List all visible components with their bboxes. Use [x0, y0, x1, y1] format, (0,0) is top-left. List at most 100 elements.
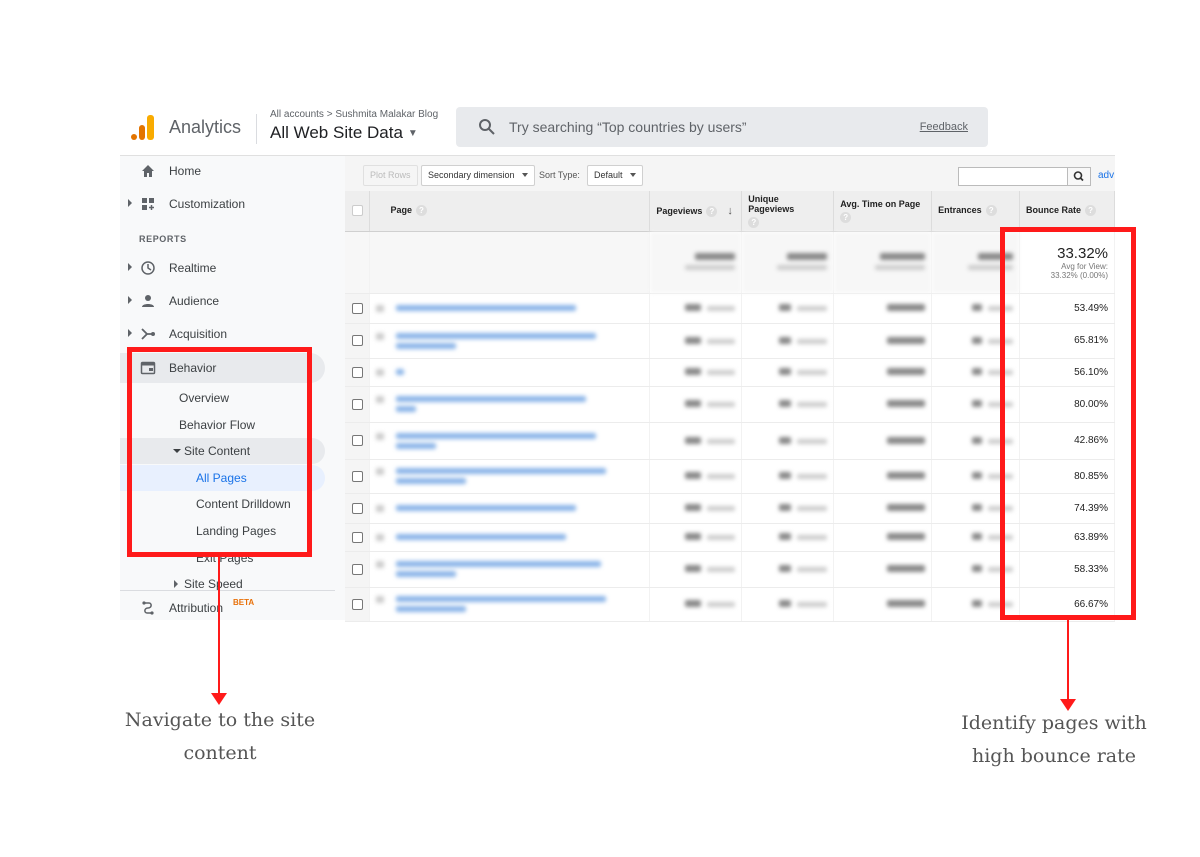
column-header-entrances[interactable]: Entrances? [931, 191, 1021, 232]
expand-arrow-icon [128, 296, 132, 304]
expand-arrow-icon [128, 199, 132, 207]
pageviews-redacted [649, 422, 743, 460]
unique-pageviews-redacted [741, 587, 835, 622]
row-checkbox[interactable] [351, 335, 363, 346]
page-url-redacted[interactable] [369, 493, 651, 524]
column-header-page[interactable]: Page? [369, 191, 651, 232]
pageviews-redacted [649, 459, 743, 494]
row-checkbox[interactable] [351, 366, 363, 378]
acquisition-merge-icon [141, 328, 155, 340]
select-all-cell [345, 191, 371, 232]
avg-time-redacted [833, 587, 933, 622]
unique-pageviews-redacted [741, 523, 835, 552]
expand-arrow-icon [128, 263, 132, 271]
unique-pageviews-redacted [741, 358, 835, 387]
pageviews-redacted [649, 323, 743, 359]
sidebar-item-attribution[interactable]: Attribution BETA [120, 593, 345, 623]
annotation-identify: Identify pages with high bounce rate [961, 712, 1147, 767]
secondary-dimension-dropdown[interactable]: Secondary dimension [421, 165, 535, 186]
help-icon[interactable]: ? [985, 205, 997, 217]
sidebar-item-realtime[interactable]: Realtime [120, 253, 345, 283]
feedback-link[interactable]: Feedback [920, 121, 968, 133]
avg-time-redacted [833, 358, 933, 387]
sidebar-item-home[interactable]: Home [120, 156, 345, 186]
unique-pageviews-redacted [741, 493, 835, 524]
sidebar-item-acquisition[interactable]: Acquisition [120, 319, 345, 349]
column-header-bounce-rate[interactable]: Bounce Rate? [1019, 191, 1115, 232]
view-name: All Web Site Data [270, 123, 403, 142]
caret-down-icon: ▼ [407, 128, 418, 139]
person-icon [142, 295, 154, 307]
search-placeholder: Try searching “Top countries by users” [509, 119, 747, 135]
view-selector[interactable]: All Web Site Data ▼ [270, 123, 418, 143]
help-icon[interactable]: ? [706, 205, 718, 217]
pageviews-redacted [649, 551, 743, 588]
row-checkbox[interactable] [351, 598, 363, 610]
attribution-path-icon [142, 601, 154, 615]
avg-time-redacted [833, 293, 933, 324]
row-checkbox[interactable] [351, 470, 363, 482]
search-icon [1073, 171, 1084, 182]
pageviews-redacted [649, 493, 743, 524]
row-checkbox[interactable] [351, 502, 363, 514]
page-url-redacted[interactable] [369, 386, 651, 423]
row-checkbox[interactable] [351, 398, 363, 410]
pageviews-redacted [649, 587, 743, 622]
highlight-box-site-content [127, 347, 312, 557]
unique-pageviews-redacted [741, 293, 835, 324]
attribution-label: Attribution [169, 601, 224, 615]
avg-time-redacted [833, 386, 933, 423]
column-header-unique-pageviews[interactable]: Unique Pageviews? [741, 191, 835, 232]
expand-arrow-icon [174, 580, 178, 588]
plot-rows-button[interactable]: Plot Rows [363, 165, 418, 186]
page-url-redacted[interactable] [369, 293, 651, 324]
page-url-redacted[interactable] [369, 587, 651, 622]
summary-pageviews-redacted [649, 231, 743, 294]
sidebar-item-audience[interactable]: Audience [120, 286, 345, 316]
avg-time-redacted [833, 523, 933, 552]
page-url-redacted[interactable] [369, 523, 651, 552]
pageviews-redacted [649, 293, 743, 324]
help-icon[interactable]: ? [416, 205, 427, 217]
help-icon[interactable]: ? [748, 216, 760, 228]
page-url-redacted[interactable] [369, 422, 651, 460]
pageviews-redacted [649, 386, 743, 423]
breadcrumb[interactable]: All accounts > Sushmita Malakar Blog [270, 109, 438, 120]
page-url-redacted[interactable] [369, 323, 651, 359]
avg-time-redacted [833, 422, 933, 460]
arrow-line-left [218, 557, 220, 695]
column-header-pageviews[interactable]: Pageviews? ↓ [649, 191, 743, 232]
table-header-row: Page? Pageviews? ↓ Unique Pageviews? Avg.… [345, 191, 1115, 232]
avg-time-redacted [833, 551, 933, 588]
search-bar[interactable]: Try searching “Top countries by users” F… [456, 107, 988, 147]
row-checkbox[interactable] [351, 531, 363, 543]
ga-header: Analytics All accounts > Sushmita Malaka… [120, 100, 1115, 158]
row-checkbox[interactable] [351, 563, 363, 575]
table-filter-search-button[interactable] [1067, 167, 1091, 186]
sort-type-dropdown[interactable]: Default [587, 165, 643, 186]
summary-unique-pageviews-redacted [741, 231, 835, 294]
expand-arrow-icon [128, 329, 132, 337]
select-all-checkbox[interactable] [351, 205, 363, 217]
page-url-redacted[interactable] [369, 551, 651, 588]
table-toolbar: Plot Rows Secondary dimension Sort Type:… [345, 155, 1115, 191]
advanced-filter-link[interactable]: adv [1098, 170, 1114, 181]
help-icon[interactable]: ? [1085, 205, 1097, 217]
page-url-redacted[interactable] [369, 358, 651, 387]
unique-pageviews-redacted [741, 422, 835, 460]
reports-section-label: REPORTS [139, 234, 187, 244]
highlight-box-bounce-rate [1000, 227, 1136, 620]
help-icon[interactable]: ? [840, 211, 852, 223]
row-checkbox[interactable] [351, 435, 363, 446]
avg-time-redacted [833, 323, 933, 359]
unique-pageviews-redacted [741, 323, 835, 359]
analytics-logo-icon[interactable] [130, 114, 156, 140]
column-header-avg-time-on-page[interactable]: Avg. Time on Page? [833, 191, 933, 232]
sidebar-item-customization[interactable]: Customization [120, 189, 345, 219]
table-filter-input[interactable] [958, 167, 1068, 186]
row-checkbox[interactable] [351, 302, 363, 314]
sort-descending-icon: ↓ [727, 204, 733, 217]
app-name: Analytics [169, 117, 242, 137]
beta-badge: BETA [233, 598, 255, 607]
page-url-redacted[interactable] [369, 459, 651, 494]
